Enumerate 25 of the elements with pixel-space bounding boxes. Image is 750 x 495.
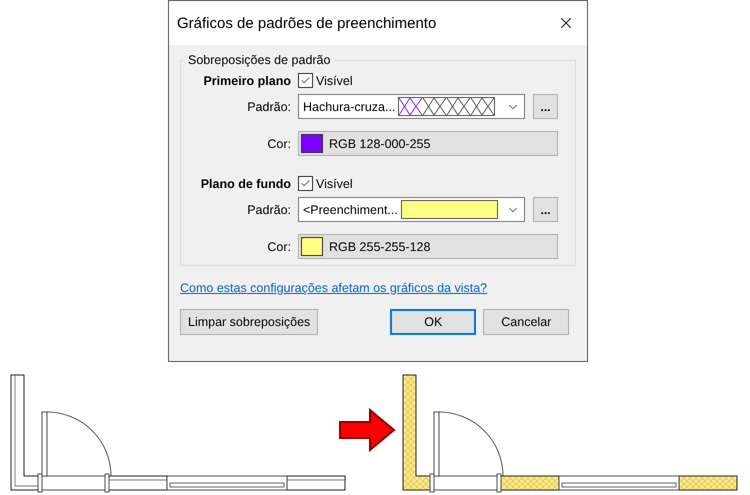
group-title: Sobreposições de padrão: [187, 53, 332, 67]
help-link[interactable]: Como estas configurações afetam os gráficos da vista?: [180, 281, 488, 295]
ok-button[interactable]: OK: [390, 309, 476, 335]
field-label: Padrão:: [246, 100, 291, 114]
visible-checkbox[interactable]: Visível: [298, 73, 565, 88]
visible-checkbox[interactable]: Visível: [298, 176, 565, 191]
browse-button[interactable]: ...: [533, 197, 558, 222]
check-icon: [300, 178, 311, 189]
field-label: Cor:: [266, 136, 291, 150]
section-heading: Primeiro plano: [202, 74, 291, 88]
color-button[interactable]: RGB 128-000-255: [298, 131, 558, 156]
window-title: Gráficos de padrões de preenchimento: [177, 14, 436, 32]
pattern-dropdown[interactable]: Hachura-cruza...: [298, 94, 525, 119]
pattern-dropdown[interactable]: <Preenchiment...: [298, 197, 525, 222]
check-icon: [300, 75, 311, 86]
field-label: Cor:: [266, 240, 291, 254]
section-heading: Plano de fundo: [200, 176, 291, 190]
color-button[interactable]: RGB 255-255-128: [298, 234, 558, 259]
clear-button[interactable]: Limpar sobreposições: [180, 309, 318, 335]
pattern-name: <Preenchiment...: [303, 202, 398, 216]
arrow-icon: [338, 408, 396, 452]
cancel-button[interactable]: Cancelar: [483, 309, 570, 335]
field-label: Padrão:: [246, 202, 291, 216]
pattern-name: Hachura-cruza...: [303, 100, 396, 114]
browse-button[interactable]: ...: [533, 94, 558, 119]
